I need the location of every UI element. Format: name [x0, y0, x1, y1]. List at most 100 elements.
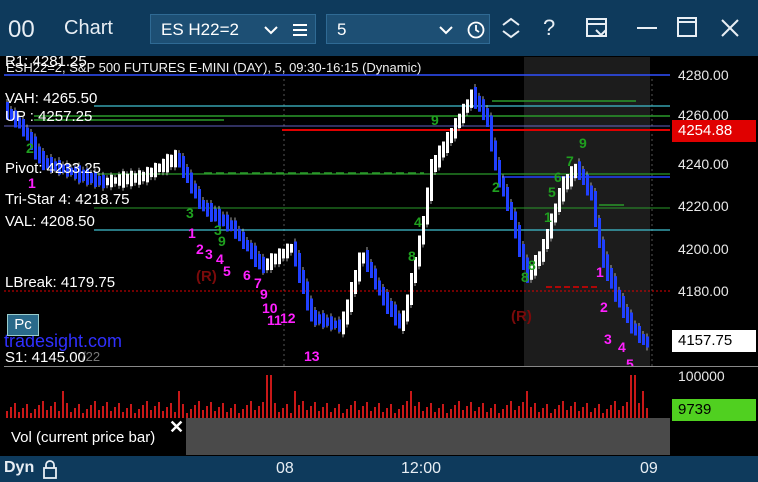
arrows-icon[interactable] [500, 17, 522, 39]
td-count: 9 [218, 233, 226, 249]
td-count: 3 [604, 331, 612, 347]
price-bar [278, 248, 281, 265]
lock-icon[interactable] [42, 459, 58, 479]
price-marker-red: 4254.88 [672, 120, 756, 142]
price-bar [326, 317, 329, 326]
maximize-icon[interactable] [677, 17, 697, 37]
close-icon[interactable] [720, 18, 740, 38]
price-bar [154, 163, 157, 178]
price-bar [238, 228, 241, 242]
price-bar [390, 301, 393, 317]
minimize-icon[interactable] [637, 26, 657, 30]
volume-bar [378, 403, 380, 419]
volume-bars [6, 375, 648, 419]
price-bar [270, 253, 273, 270]
price-bar [410, 273, 413, 305]
volume-bar [326, 403, 328, 419]
level-vah: VAH: 4265.50 [5, 90, 98, 107]
price-bar [346, 299, 349, 325]
price-bar [642, 334, 645, 345]
price-bar [338, 319, 341, 332]
price-bar [514, 211, 517, 239]
volume-bar [158, 402, 160, 419]
price-bar [382, 287, 385, 306]
price-bar [322, 313, 325, 328]
price-bar [134, 173, 137, 183]
price-bar [646, 336, 649, 348]
volume-bar [54, 402, 56, 419]
price-bar [158, 163, 161, 172]
close-volume-icon[interactable]: ✕ [169, 417, 184, 438]
chevron-down-icon[interactable] [439, 24, 453, 36]
price-bar [422, 216, 425, 245]
price-bar [510, 202, 513, 220]
price-bar [558, 188, 561, 212]
title-bar: 00 Chart ES H22=2 5 ? [0, 0, 758, 56]
price-bar [442, 141, 445, 158]
interval-selector[interactable]: 5 [326, 14, 490, 44]
price-bar [506, 187, 509, 211]
volume-axis-tick: 100000 [678, 368, 725, 384]
price-bar [106, 177, 109, 186]
volume-bar [642, 391, 644, 419]
price-bar [174, 150, 177, 168]
price-bar [494, 140, 497, 171]
level-tristar: Tri-Star 4: 4218.75 [5, 191, 130, 208]
volume-bar [274, 403, 276, 419]
template-icon[interactable] [585, 17, 609, 39]
price-bar [386, 292, 389, 314]
volume-bar [66, 403, 68, 419]
volume-bar [270, 375, 272, 419]
volume-bar [630, 375, 632, 419]
volume-bar [62, 391, 64, 419]
dyn-mode[interactable]: Dyn [4, 459, 34, 477]
price-bar [246, 240, 249, 252]
price-bar [458, 113, 461, 129]
volume-bar [350, 405, 352, 419]
volume-panel[interactable] [4, 366, 670, 419]
price-bar [182, 156, 185, 178]
price-bar [190, 172, 193, 194]
price-chart[interactable]: ESH22=2, S&P 500 FUTURES E-MINI (DAY), 5… [4, 53, 670, 418]
price-bar [358, 252, 361, 282]
volume-bar [458, 401, 460, 419]
price-bar [138, 170, 141, 185]
symbol-selector[interactable]: ES H22=2 [150, 14, 316, 44]
chevron-down-icon[interactable] [264, 24, 278, 36]
price-bar [266, 258, 269, 271]
price-bar [638, 326, 641, 343]
volume-bar [482, 403, 484, 419]
chart-canvas[interactable] [4, 57, 670, 418]
price-bar [286, 243, 289, 259]
clock-icon[interactable] [467, 21, 485, 39]
help-icon[interactable]: ? [543, 15, 555, 41]
price-bar [502, 177, 505, 197]
td-count: 6 [243, 267, 251, 283]
price-bar [562, 176, 565, 202]
price-bar [102, 174, 105, 189]
volume-bar [638, 403, 640, 419]
price-bar [426, 187, 429, 225]
volume-bar [298, 405, 300, 419]
td-count: 9 [579, 135, 587, 151]
price-bar [254, 245, 257, 267]
price-bar [594, 191, 597, 227]
price-bar [630, 312, 633, 334]
volume-label-panel: Vol (current price bar) ✕ [4, 417, 670, 455]
price-bar [374, 268, 377, 290]
list-menu-icon[interactable] [292, 22, 308, 38]
volume-bar [510, 401, 512, 419]
price-bar [482, 99, 485, 121]
price-bar [118, 174, 121, 186]
td-count: 1 [544, 209, 552, 225]
faint-date-text: /22 [82, 349, 101, 364]
price-bar [222, 214, 225, 227]
volume-bar [354, 401, 356, 419]
price-axis[interactable]: 4280.00 4260.00 4240.00 4220.00 4200.00 … [670, 57, 758, 421]
price-bar [434, 155, 437, 172]
interval-value: 5 [337, 20, 347, 39]
price-bar [470, 89, 473, 108]
price-bar [430, 159, 433, 201]
volume-bar [558, 405, 560, 419]
price-bar [438, 145, 441, 168]
